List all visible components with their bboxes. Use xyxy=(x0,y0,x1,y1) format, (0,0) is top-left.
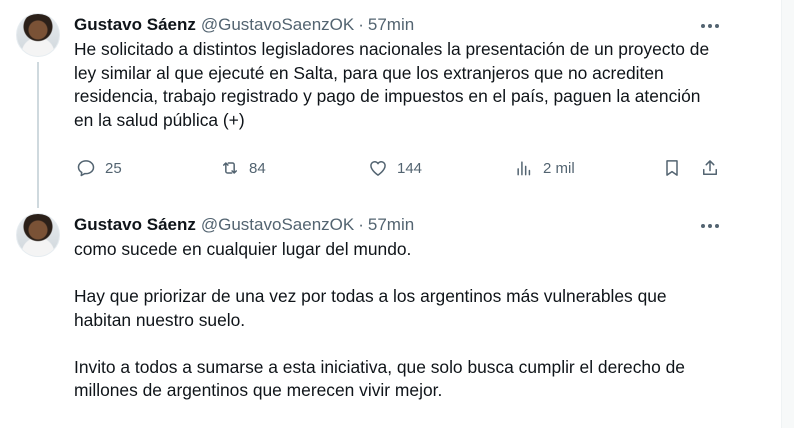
retweet-arrows-icon xyxy=(223,162,237,174)
like-button[interactable]: 144 xyxy=(368,156,422,180)
author-name[interactable]: Gustavo Sáenz xyxy=(74,215,196,235)
tweet-timestamp[interactable]: 57min xyxy=(368,215,414,235)
separator-dot: · xyxy=(358,15,364,34)
reply-count: 25 xyxy=(105,159,122,177)
ellipsis-icon xyxy=(701,24,705,28)
tweet-actions-bar: 25 84 144 2 mil xyxy=(74,156,726,180)
tweet-paragraph: como sucede en cualquier lugar del mundo… xyxy=(74,239,412,259)
ellipsis-icon xyxy=(708,224,712,228)
separator-dot: · xyxy=(358,215,364,234)
tweet-paragraph: Invito a todos a sumarse a esta iniciati… xyxy=(74,356,685,401)
tweet-header: Gustavo Sáenz @GustavoSaenzOK · 57min xyxy=(74,14,414,36)
share-upload-icon xyxy=(703,160,717,175)
more-options-button[interactable] xyxy=(698,216,722,236)
reply-button[interactable]: 25 xyxy=(76,156,122,180)
avatar[interactable] xyxy=(16,213,60,257)
tweet-paragraph: Hay que priorizar de una vez por todas a… xyxy=(74,286,667,330)
retweet-count: 84 xyxy=(249,159,266,177)
ellipsis-icon xyxy=(708,24,712,28)
tweet-paragraph: He solicitado a distintos legisladores n… xyxy=(74,39,710,130)
heart-icon xyxy=(370,161,386,176)
tweet-text: como sucede en cualquier lugar del mundo… xyxy=(74,238,724,403)
tweet-text: He solicitado a distintos legisladores n… xyxy=(74,38,724,132)
speech-bubble-icon xyxy=(77,160,95,177)
tweet-timestamp[interactable]: 57min xyxy=(368,15,414,35)
scrollbar[interactable] xyxy=(781,0,794,428)
avatar[interactable] xyxy=(16,13,60,57)
more-options-button[interactable] xyxy=(698,16,722,36)
tweet-header: Gustavo Sáenz @GustavoSaenzOK · 57min xyxy=(74,214,414,236)
views-count: 2 mil xyxy=(543,159,575,177)
author-handle[interactable]: @GustavoSaenzOK xyxy=(201,15,354,35)
like-count: 144 xyxy=(397,159,423,177)
retweet-button[interactable]: 84 xyxy=(220,156,266,180)
views-button[interactable]: 2 mil xyxy=(514,156,575,180)
ellipsis-icon xyxy=(701,224,705,228)
share-button[interactable] xyxy=(700,156,720,180)
author-handle[interactable]: @GustavoSaenzOK xyxy=(201,215,354,235)
ellipsis-icon xyxy=(715,224,719,228)
bookmark-button[interactable] xyxy=(662,156,682,180)
ellipsis-icon xyxy=(715,24,719,28)
tweet[interactable]: Gustavo Sáenz @GustavoSaenzOK · 57min He… xyxy=(0,0,740,208)
tweet[interactable]: Gustavo Sáenz @GustavoSaenzOK · 57min co… xyxy=(0,200,740,428)
thread-connector-line xyxy=(37,62,39,208)
bar-chart-icon xyxy=(517,161,531,176)
author-name[interactable]: Gustavo Sáenz xyxy=(74,15,196,35)
bookmark-icon xyxy=(666,160,678,176)
